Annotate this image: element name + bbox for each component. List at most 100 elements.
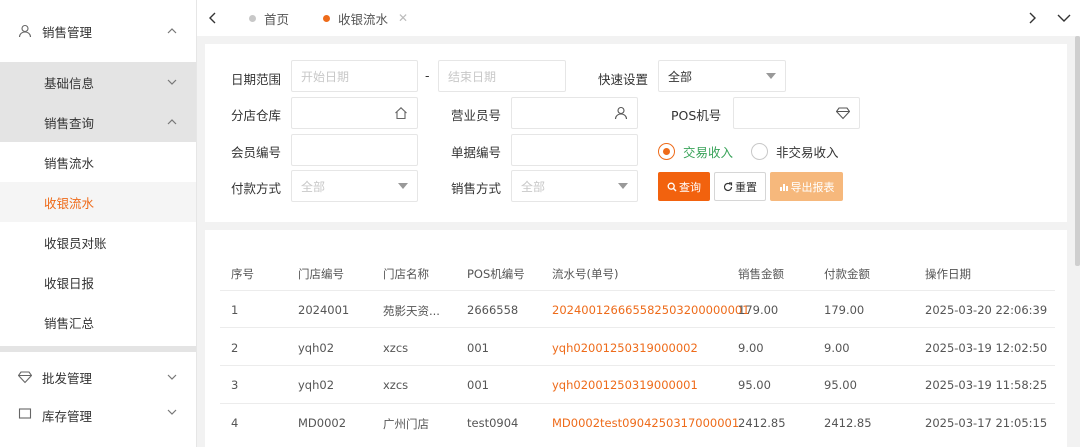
start-date-input[interactable]: 开始日期 [291, 60, 418, 92]
chevron-left-icon [209, 12, 216, 24]
chevron-up-icon [167, 119, 177, 125]
cashier-flow-table: 序号 门店编号 门店名称 POS机编号 流水号(单号) 销售金额 付款金额 操作… [205, 230, 1067, 447]
radio-transaction-income[interactable]: 交易收入 [658, 142, 733, 161]
export-report-button[interactable]: 导出报表 [770, 172, 843, 201]
row-divider [220, 365, 1055, 366]
export-report-button-label: 导出报表 [790, 180, 835, 194]
chevron-down-icon [167, 409, 177, 415]
payment-method-select[interactable]: 全部 [291, 170, 418, 202]
tab-scroll-right[interactable] [1016, 0, 1048, 36]
tab-dot [323, 14, 331, 22]
start-date-placeholder: 开始日期 [301, 69, 350, 84]
radio-circle [751, 143, 768, 160]
tab-dot [249, 14, 256, 22]
pos-number-input[interactable] [733, 97, 860, 129]
cell-payment-amount: 2412.85 [824, 416, 872, 430]
tab-home-label: 首页 [264, 11, 290, 27]
diamond-icon [18, 370, 34, 384]
cell-store-name: 广州门店 [383, 417, 429, 431]
cell-serial-number-link[interactable]: MD0002test0904250317000001 [552, 416, 739, 430]
row-divider [220, 327, 1055, 328]
diamond-icon[interactable] [836, 106, 850, 120]
sale-method-placeholder: 全部 [521, 179, 546, 194]
branch-warehouse-input[interactable] [291, 97, 418, 129]
scrollbar[interactable] [1075, 36, 1080, 266]
end-date-input[interactable]: 结束日期 [438, 60, 566, 92]
search-icon [667, 182, 677, 191]
payment-method-label: 付款方式 [231, 181, 282, 196]
document-number-input[interactable] [511, 134, 638, 166]
caret-down-icon [398, 183, 408, 189]
cell-operation-date: 2025-03-20 22:06:39 [925, 303, 1048, 317]
cell-store-name: xzcs [383, 378, 409, 392]
tab-cashier-flow[interactable]: 收银流水 ✕ [311, 0, 420, 36]
cell-sales-amount: 95.00 [738, 378, 771, 392]
column-header-index: 序号 [231, 267, 254, 281]
column-header-store-code: 门店编号 [298, 267, 344, 281]
cell-operation-date: 2025-03-19 12:02:50 [925, 341, 1048, 355]
query-button[interactable]: 查询 [658, 172, 710, 201]
chevron-up-icon [167, 28, 177, 34]
column-header-sales-amount: 销售金额 [738, 267, 784, 281]
cell-pos-code: test0904 [467, 416, 519, 430]
nav-item-cashier-flow[interactable]: 收银流水 [0, 182, 196, 222]
clerk-number-input[interactable] [511, 97, 638, 129]
nav-wholesale-management[interactable]: 批发管理 [0, 352, 196, 402]
cell-store-name: 苑影天资... [383, 304, 440, 318]
radio-non-transaction-income-label: 非交易收入 [776, 145, 839, 160]
tab-scroll-left[interactable] [197, 0, 229, 36]
cell-payment-amount: 9.00 [824, 341, 850, 355]
tab-home[interactable]: 首页 [237, 0, 301, 36]
pos-number-label: POS机号 [671, 108, 722, 123]
column-header-operation-date: 操作日期 [925, 267, 971, 281]
column-header-serial-number: 流水号(单号) [552, 267, 619, 281]
quick-setting-label: 快速设置 [598, 72, 649, 87]
column-header-pos-code: POS机编号 [467, 267, 525, 281]
column-header-payment-amount: 付款金额 [824, 267, 870, 281]
chevron-down-icon [1057, 14, 1071, 22]
quick-setting-select[interactable]: 全部 [658, 60, 786, 92]
sale-method-label: 销售方式 [451, 181, 502, 196]
cell-store-code: yqh02 [298, 341, 335, 355]
nav-sales-management[interactable]: 销售管理 [0, 0, 196, 62]
cell-index: 1 [231, 303, 239, 317]
caret-down-icon [618, 183, 628, 189]
cell-serial-number-link[interactable]: yqh02001250319000001 [552, 378, 698, 392]
end-date-placeholder: 结束日期 [448, 69, 497, 84]
refresh-icon [723, 181, 733, 191]
tab-bar: 首页 收银流水 ✕ [197, 0, 1080, 36]
home-icon[interactable] [394, 106, 408, 120]
row-divider [220, 290, 1055, 291]
nav-item-cashier-daily[interactable]: 收银日报 [0, 262, 196, 302]
payment-method-placeholder: 全部 [301, 179, 326, 194]
cell-payment-amount: 179.00 [824, 303, 865, 317]
chart-icon [779, 183, 788, 191]
member-number-input[interactable] [291, 134, 418, 166]
cell-serial-number-link[interactable]: 202400126665582503200000001 [552, 303, 750, 317]
nav-sales-query[interactable]: 销售查询 [0, 102, 196, 142]
nav-item-cashier-reconcile[interactable]: 收银员对账 [0, 222, 196, 262]
nav-sales-management-label: 销售管理 [42, 24, 93, 40]
nav-item-sales-flow[interactable]: 销售流水 [0, 142, 196, 182]
cell-serial-number-link[interactable]: yqh02001250319000002 [552, 341, 698, 355]
reset-button[interactable]: 重置 [714, 172, 766, 201]
column-header-store-name: 门店名称 [383, 267, 429, 281]
cell-store-name: xzcs [383, 341, 409, 355]
user-icon[interactable] [614, 106, 628, 120]
nav-stock-label: 库存管理 [42, 409, 93, 424]
cell-pos-code: 2666558 [467, 303, 519, 317]
nav-basic-info[interactable]: 基础信息 [0, 62, 196, 102]
radio-non-transaction-income[interactable]: 非交易收入 [751, 142, 839, 161]
nav-stock-management[interactable]: 库存管理 [0, 402, 196, 432]
cell-store-code: MD0002 [298, 416, 347, 430]
date-range-label: 日期范围 [231, 72, 282, 87]
close-icon[interactable]: ✕ [398, 11, 408, 25]
chevron-right-icon [1029, 12, 1036, 24]
filter-panel: 日期范围 开始日期 - 结束日期 快速设置 全部 分店仓库 营业员号 POS机号… [205, 44, 1067, 222]
chevron-down-icon [167, 79, 177, 85]
tab-dropdown[interactable] [1048, 0, 1080, 36]
sale-method-select[interactable]: 全部 [511, 170, 638, 202]
radio-transaction-income-label: 交易收入 [683, 145, 734, 160]
branch-warehouse-label: 分店仓库 [231, 108, 282, 123]
nav-item-sales-summary[interactable]: 销售汇总 [0, 302, 196, 342]
